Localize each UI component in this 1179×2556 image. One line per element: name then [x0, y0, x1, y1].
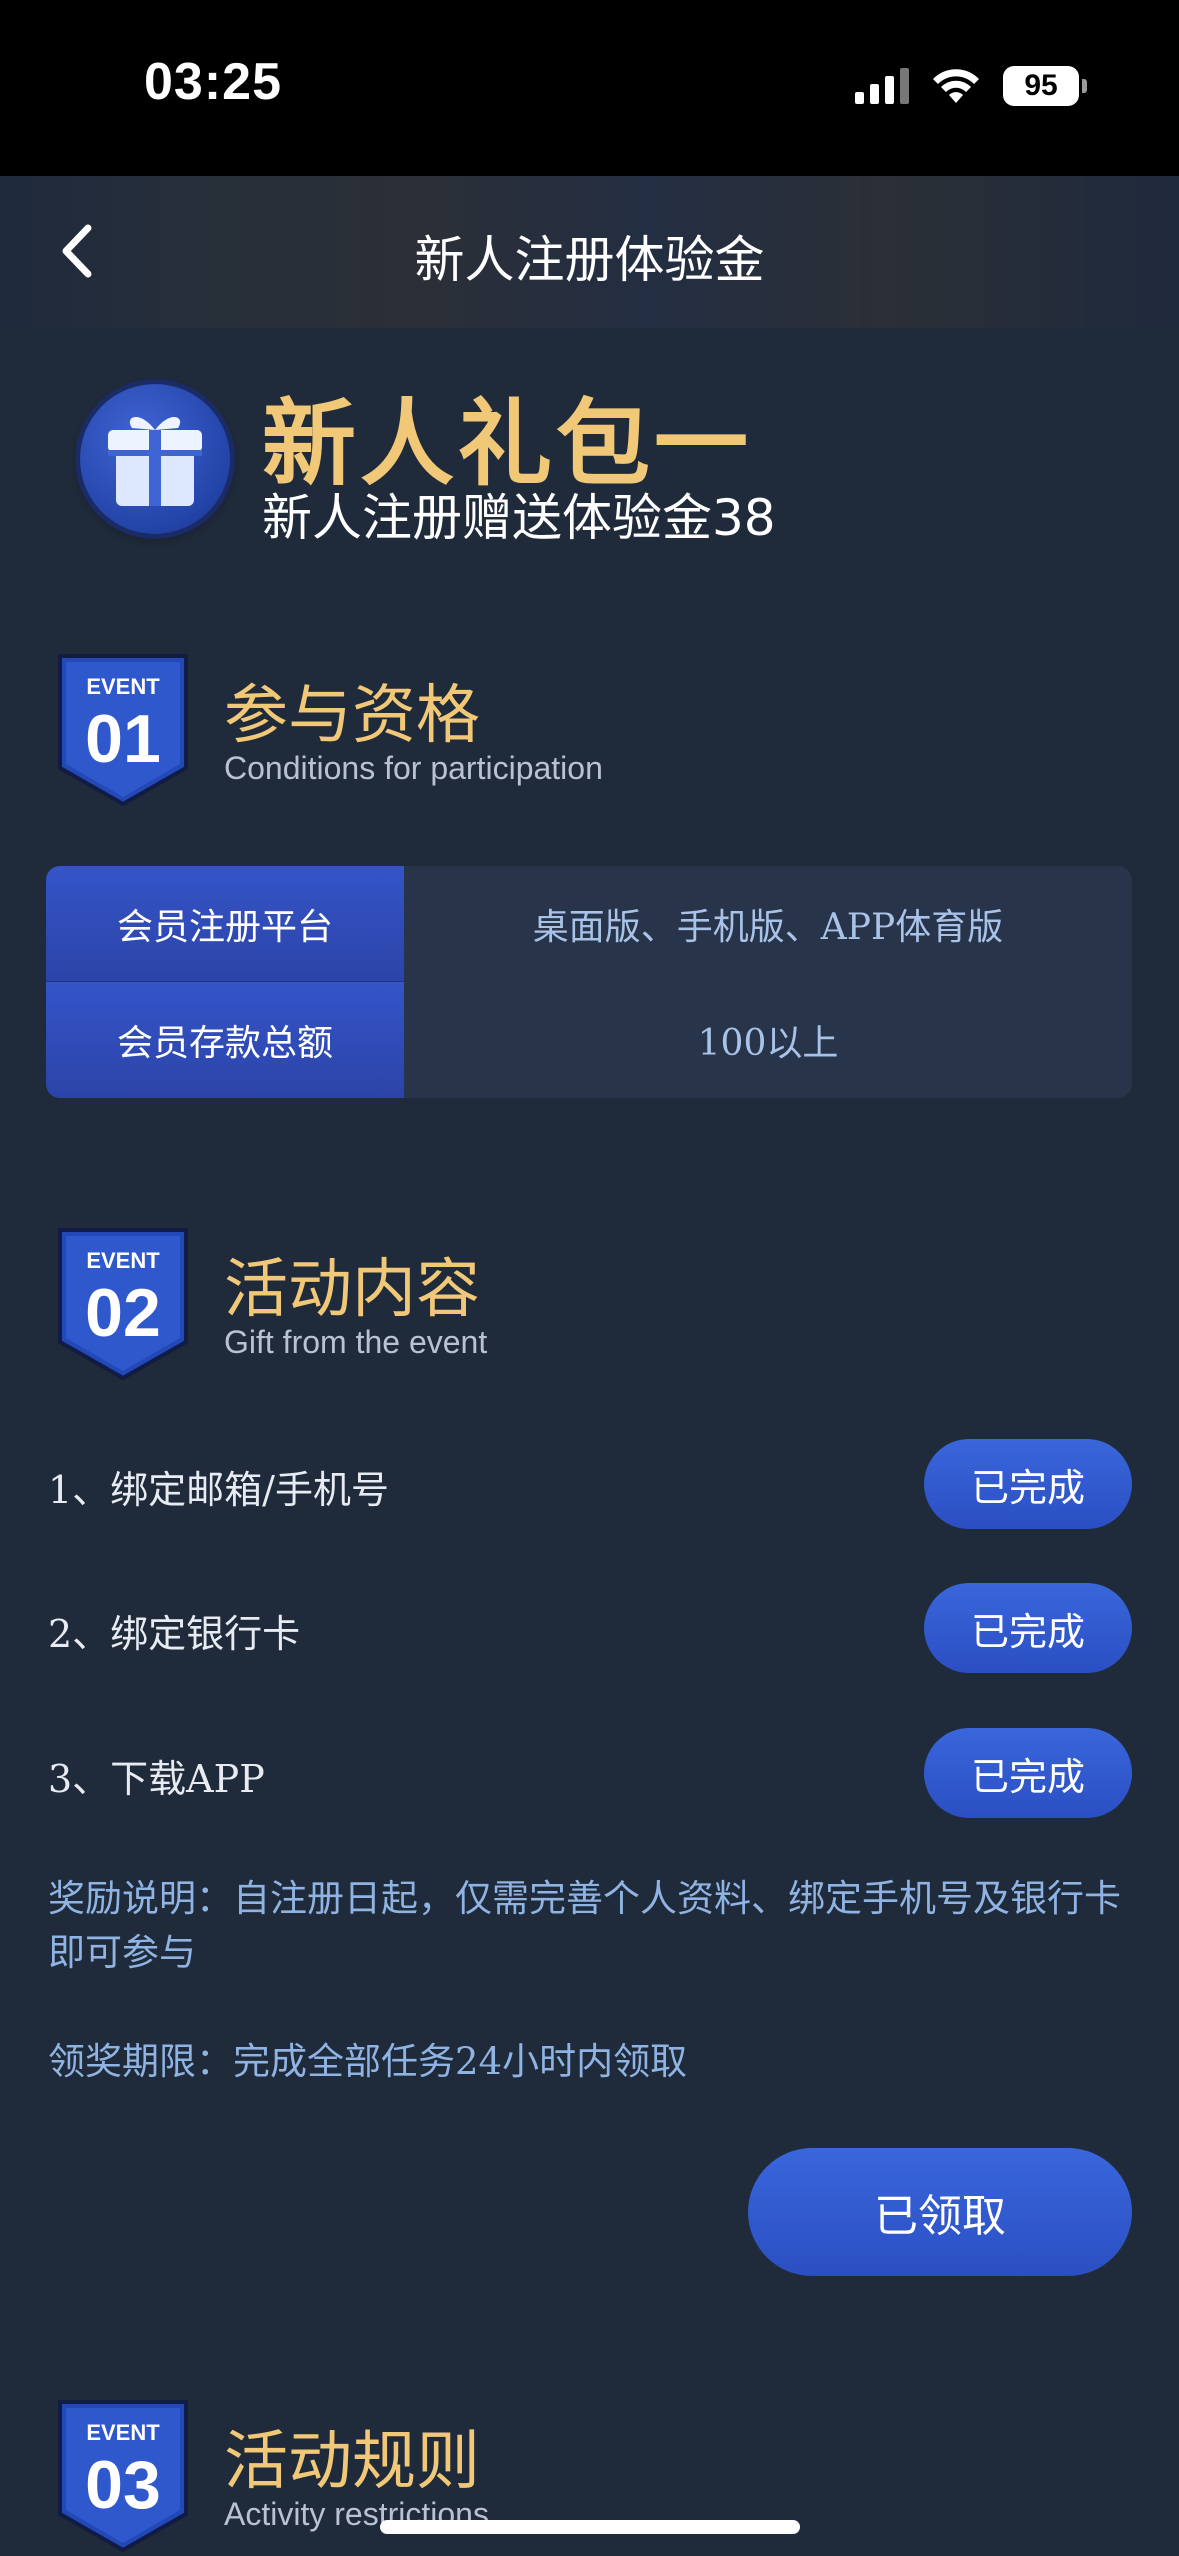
svg-text:EVENT: EVENT [86, 2420, 160, 2445]
conditions-table: 会员注册平台 桌面版、手机版、APP体育版 会员存款总额 100以上 [46, 866, 1132, 1098]
section-title: 活动规则 [224, 2425, 480, 2499]
list-item: 1、绑定邮箱/手机号 已完成 [48, 1439, 1132, 1529]
page-title: 新人注册体验金 [414, 231, 765, 289]
section-subtitle: Gift from the event [224, 1324, 488, 1360]
task-completed-button[interactable]: 已完成 [924, 1583, 1132, 1673]
nav-bar: 新人注册体验金 [0, 176, 1179, 328]
hero-subtitle: 新人注册赠送体验金38 [262, 489, 776, 547]
condition-value: 桌面版、手机版、APP体育版 [532, 907, 1004, 948]
list-item: 2、绑定银行卡 已完成 [48, 1583, 1132, 1673]
task-completed-button[interactable]: 已完成 [924, 1439, 1132, 1529]
condition-label: 会员注册平台 [46, 866, 404, 982]
table-row: 会员存款总额 100以上 [46, 982, 1132, 1098]
reward-note: 奖励说明：自注册日起，仅需完善个人资料、绑定手机号及银行卡即可参与 [48, 1877, 1121, 1974]
svg-text:EVENT: EVENT [86, 1248, 160, 1273]
home-indicator[interactable] [380, 2520, 800, 2534]
task-label: 3、下载APP [48, 1757, 265, 1801]
task-label: 2、绑定银行卡 [48, 1612, 301, 1656]
svg-text:03: 03 [85, 2447, 161, 2523]
status-bar: 03:25 95 [0, 0, 1179, 176]
event-badge-icon: EVENT 01 [58, 654, 188, 807]
condition-value: 100以上 [697, 1023, 839, 1064]
svg-text:EVENT: EVENT [86, 674, 160, 699]
deadline-note: 领奖期限：完成全部任务24小时内领取 [48, 2040, 688, 2083]
status-icons: 95 [855, 64, 1087, 108]
task-completed-button[interactable]: 已完成 [924, 1728, 1132, 1818]
battery-icon: 95 [1003, 66, 1087, 106]
wifi-icon [933, 69, 979, 103]
event-badge-icon: EVENT 03 [58, 2400, 188, 2553]
svg-text:02: 02 [85, 1275, 161, 1351]
section-title: 活动内容 [224, 1253, 480, 1327]
event-badge-icon: EVENT 02 [58, 1228, 188, 1381]
task-label: 1、绑定邮箱/手机号 [48, 1468, 389, 1512]
condition-label: 会员存款总额 [46, 982, 404, 1098]
signal-icon [855, 68, 909, 104]
section-title: 参与资格 [224, 679, 480, 753]
status-time: 03:25 [144, 53, 282, 111]
svg-text:01: 01 [85, 701, 161, 777]
claimed-button[interactable]: 已领取 [748, 2148, 1132, 2276]
gift-icon [80, 384, 230, 534]
table-row: 会员注册平台 桌面版、手机版、APP体育版 [46, 866, 1132, 982]
list-item: 3、下载APP 已完成 [48, 1728, 1132, 1818]
section-subtitle: Conditions for participation [224, 750, 603, 786]
